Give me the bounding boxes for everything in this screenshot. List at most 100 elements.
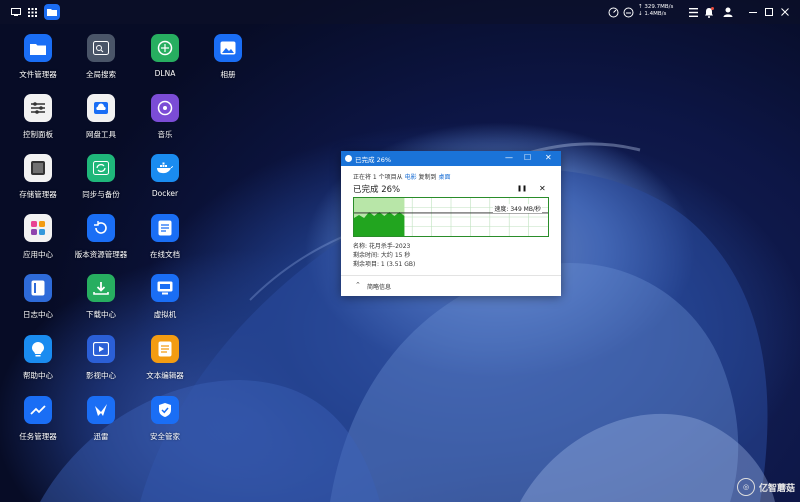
- desktop-icon-cloud-drive[interactable]: 网盘工具: [71, 94, 131, 140]
- network-speed-readout: ↑ 329.7MB/s ↓ 1.4MB/s: [638, 4, 678, 20]
- chevron-up-icon: ⌃: [355, 281, 361, 289]
- notification-bell-icon[interactable]: [702, 4, 716, 20]
- desktop-icon-label: 文本编辑器: [146, 371, 184, 380]
- watermark-text: 亿智蘑菇: [759, 483, 796, 494]
- copy-description: 正在将 1 个项目从 电影 复制到 桌面: [353, 174, 451, 181]
- performance-gauge-icon[interactable]: [606, 4, 620, 20]
- desktop-icon-label: 音乐: [157, 130, 173, 139]
- desktop-icon-label: 任务管理器: [19, 432, 57, 441]
- dialog-title: 已完成 26%: [355, 156, 392, 164]
- desktop-icon-search-panel[interactable]: 全局搜索: [71, 34, 131, 80]
- desktop-icon-storage[interactable]: 存储管理器: [8, 154, 68, 200]
- desktop-icon-task-manager[interactable]: 任务管理器: [8, 396, 68, 442]
- upload-speed: ↑ 329.7MB/s: [638, 4, 674, 10]
- desktop-icon-label: 在线文档: [150, 250, 180, 259]
- pause-button[interactable]: ❚❚: [517, 185, 527, 192]
- help-icon: [24, 335, 52, 363]
- dialog-title-bar[interactable]: 已完成 26% — ☐ ✕: [341, 151, 561, 166]
- desktop-icon-text-editor[interactable]: 文本编辑器: [135, 335, 195, 381]
- destination-folder-link[interactable]: 桌面: [438, 174, 450, 181]
- maximize-icon[interactable]: [763, 4, 775, 20]
- desktop-icon-label: 日志中心: [23, 310, 53, 319]
- desktop-icon-label: DLNA: [154, 69, 176, 78]
- version-icon: [87, 214, 115, 242]
- desktop-icon-label: 同步与备份: [82, 190, 120, 199]
- dlna-icon: [151, 34, 179, 62]
- transfer-speed-graph: 速度: 349 MB/秒: [353, 197, 549, 237]
- log-icon: [24, 274, 52, 302]
- desktop-icon-video[interactable]: 影视中心: [71, 335, 131, 381]
- storage-icon: [24, 154, 52, 182]
- desktop-icon-label: 应用中心: [23, 250, 53, 259]
- dialog-maximize-icon[interactable]: ☐: [524, 153, 531, 163]
- video-icon: [87, 335, 115, 363]
- desktop-icon-folder[interactable]: 文件管理器: [8, 34, 68, 80]
- top-bar: ↑ 329.7MB/s ↓ 1.4MB/s: [0, 0, 800, 24]
- desktop-icon-docker[interactable]: Docker: [135, 154, 195, 198]
- dialog-minimize-icon[interactable]: —: [505, 153, 513, 163]
- desktop-icon-dlna[interactable]: DLNA: [135, 34, 195, 78]
- desktop-icon-label: 安全管家: [150, 432, 180, 441]
- desktop-icon-help[interactable]: 帮助中心: [8, 335, 68, 381]
- shield-icon: [151, 396, 179, 424]
- desktop-icon-label: 全局搜索: [86, 70, 116, 79]
- desktop-icon-label: 网盘工具: [86, 130, 116, 139]
- music-icon: [151, 94, 179, 122]
- show-desktop-icon[interactable]: [8, 4, 24, 20]
- folder-icon: [24, 34, 52, 62]
- source-folder-link[interactable]: 电影: [405, 174, 417, 181]
- sync-icon: [87, 154, 115, 182]
- download-icon: [87, 274, 115, 302]
- less-details-toggle[interactable]: ⌃ 简略信息: [341, 275, 561, 296]
- minimize-icon[interactable]: [747, 4, 759, 20]
- desktop-icon-log[interactable]: 日志中心: [8, 274, 68, 320]
- thunder-icon: [87, 396, 115, 424]
- document-icon: [151, 214, 179, 242]
- desktop-icon-label: 虚拟机: [153, 310, 177, 319]
- app-grid-icon[interactable]: [24, 4, 40, 20]
- app-center-icon: [24, 214, 52, 242]
- close-icon[interactable]: [779, 4, 791, 20]
- remaining-time: 剩余时间: 大约 15 秒: [353, 252, 411, 259]
- cancel-copy-button[interactable]: ✕: [539, 184, 546, 193]
- desktop-icon-document[interactable]: 在线文档: [135, 214, 195, 260]
- desktop-icon-label: 影视中心: [86, 371, 116, 380]
- docker-icon: [151, 154, 179, 182]
- desktop-icon-photo[interactable]: 相册: [198, 34, 258, 80]
- task-list-icon[interactable]: [686, 4, 700, 20]
- desktop-icon-sliders[interactable]: 控制面板: [8, 94, 68, 140]
- desktop-icon-shield[interactable]: 安全管家: [135, 396, 195, 442]
- desktop-icon-thunder[interactable]: 迅雷: [71, 396, 131, 442]
- watermark-logo-icon: ◎: [737, 478, 755, 496]
- transfer-speed: 速度: 349 MB/秒: [493, 204, 542, 213]
- desktop-icon-label: 下载中心: [86, 310, 116, 319]
- vm-icon: [151, 274, 179, 302]
- photo-icon: [214, 34, 242, 62]
- desktop-icon-vm[interactable]: 虚拟机: [135, 274, 195, 320]
- desktop-icon-label: Docker: [151, 189, 179, 198]
- task-manager-icon: [24, 396, 52, 424]
- remaining-items: 剩余项目: 1 (3.51 GB): [353, 261, 416, 268]
- desktop-icon-label: 迅雷: [93, 432, 109, 441]
- download-speed: ↓ 1.4MB/s: [638, 11, 667, 17]
- desktop-icon-label: 相册: [220, 70, 236, 79]
- user-avatar-icon[interactable]: [721, 4, 735, 20]
- copy-progress-dialog: 已完成 26% — ☐ ✕ 正在将 1 个项目从 电影 复制到 桌面 已完成 2…: [341, 151, 561, 296]
- desktop-icon-app-center[interactable]: 应用中心: [8, 214, 68, 260]
- text-editor-icon: [151, 335, 179, 363]
- network-gauge-icon[interactable]: [621, 4, 635, 20]
- dialog-close-icon[interactable]: ✕: [545, 153, 552, 163]
- search-panel-icon: [87, 34, 115, 62]
- desktop-icon-sync[interactable]: 同步与备份: [71, 154, 131, 200]
- desktop-icon-music[interactable]: 音乐: [135, 94, 195, 140]
- file-manager-taskbar-icon[interactable]: [44, 4, 60, 20]
- desktop-icon-version[interactable]: 版本资源管理器: [71, 214, 131, 260]
- cloud-drive-icon: [87, 94, 115, 122]
- desktop-icon-label: 存储管理器: [19, 190, 57, 199]
- desktop-icon-label: 文件管理器: [19, 70, 57, 79]
- sliders-icon: [24, 94, 52, 122]
- percent-complete: 已完成 26%: [353, 185, 401, 195]
- file-name: 名称: 花月杀手-2023: [353, 243, 411, 250]
- desktop-icon-download[interactable]: 下载中心: [71, 274, 131, 320]
- desktop-icon-label: 帮助中心: [23, 371, 53, 380]
